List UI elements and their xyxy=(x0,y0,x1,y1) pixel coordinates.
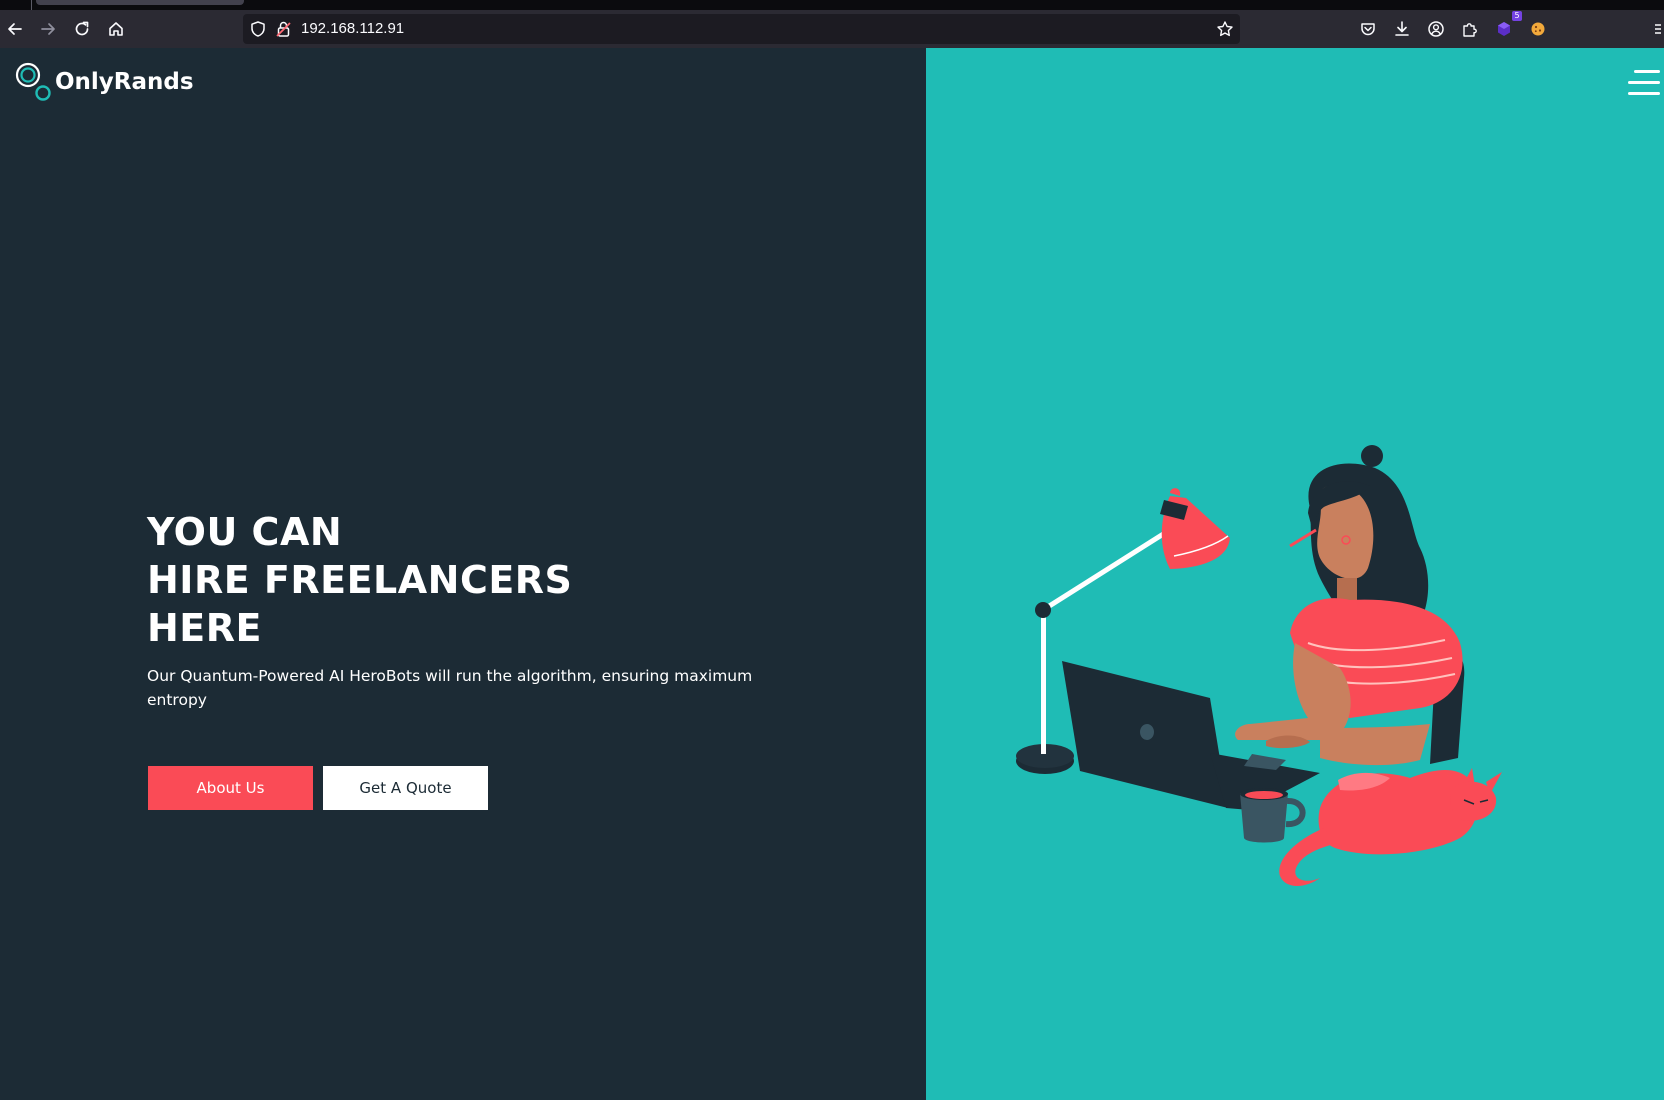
extension-purple-button[interactable]: 5 xyxy=(1490,11,1522,43)
hero-title-line-3: HERE xyxy=(147,606,262,650)
cube-extension-icon xyxy=(1498,22,1510,36)
web-page: OnlyRands YOU CAN HIRE FREELANCERS HERE … xyxy=(0,48,1664,1100)
reload-button[interactable] xyxy=(68,15,96,43)
brand-logo-link[interactable]: OnlyRands xyxy=(15,62,194,102)
hero-title: YOU CAN HIRE FREELANCERS HERE xyxy=(147,508,907,652)
active-tab[interactable] xyxy=(36,0,244,5)
coffee-mug xyxy=(1240,788,1306,843)
downloads-button[interactable] xyxy=(1388,15,1416,43)
puzzle-icon xyxy=(1463,23,1477,37)
logo-icon xyxy=(15,62,51,101)
reload-icon xyxy=(75,21,89,36)
hero-illustration xyxy=(1016,445,1502,886)
woman xyxy=(1235,445,1463,766)
url-text[interactable]: 192.168.112.91 xyxy=(301,20,404,38)
menu-line-top xyxy=(1634,70,1660,73)
pocket-icon xyxy=(1361,23,1375,36)
hero-title-line-2: HIRE FREELANCERS xyxy=(147,558,573,602)
hero-subtitle: Our Quantum-Powered AI HeroBots will run… xyxy=(147,667,753,709)
shield-icon[interactable] xyxy=(249,20,267,38)
hero-title-line-1: YOU CAN xyxy=(147,510,343,554)
menu-line-middle xyxy=(1628,81,1660,84)
lock-warning-icon[interactable] xyxy=(275,20,293,38)
menu-line-bottom xyxy=(1628,92,1660,95)
hero-content: YOU CAN HIRE FREELANCERS HERE Our Quantu… xyxy=(147,508,907,712)
url-bar[interactable]: 192.168.112.91 xyxy=(243,14,1240,44)
browser-toolbar: 192.168.112.91 5 xyxy=(0,10,1664,49)
account-icon xyxy=(1428,21,1444,37)
star-icon[interactable] xyxy=(1216,20,1234,38)
extensions-button[interactable] xyxy=(1456,15,1484,43)
cat xyxy=(1279,768,1502,886)
brand-name: OnlyRands xyxy=(55,69,194,95)
hero-buttons: About Us Get A Quote xyxy=(148,766,488,810)
hamburger-menu-button[interactable] xyxy=(1626,70,1660,100)
get-a-quote-button[interactable]: Get A Quote xyxy=(323,766,488,810)
tab-strip xyxy=(0,0,1664,10)
cookie-extension-icon xyxy=(1531,22,1545,36)
tab-divider xyxy=(31,0,32,10)
menu-icon xyxy=(1655,24,1661,34)
home-icon xyxy=(109,22,123,36)
pocket-button[interactable] xyxy=(1354,15,1382,43)
back-button[interactable] xyxy=(1,15,29,43)
arrow-right-icon xyxy=(41,23,55,35)
about-us-button[interactable]: About Us xyxy=(148,766,313,810)
app-menu-button[interactable] xyxy=(1652,15,1664,43)
home-button[interactable] xyxy=(102,15,130,43)
extension-badge: 5 xyxy=(1512,11,1522,21)
arrow-left-icon xyxy=(8,23,22,35)
account-button[interactable] xyxy=(1422,15,1450,43)
forward-button[interactable] xyxy=(34,15,62,43)
download-icon xyxy=(1395,21,1409,36)
extension-cookie-button[interactable] xyxy=(1524,15,1552,43)
